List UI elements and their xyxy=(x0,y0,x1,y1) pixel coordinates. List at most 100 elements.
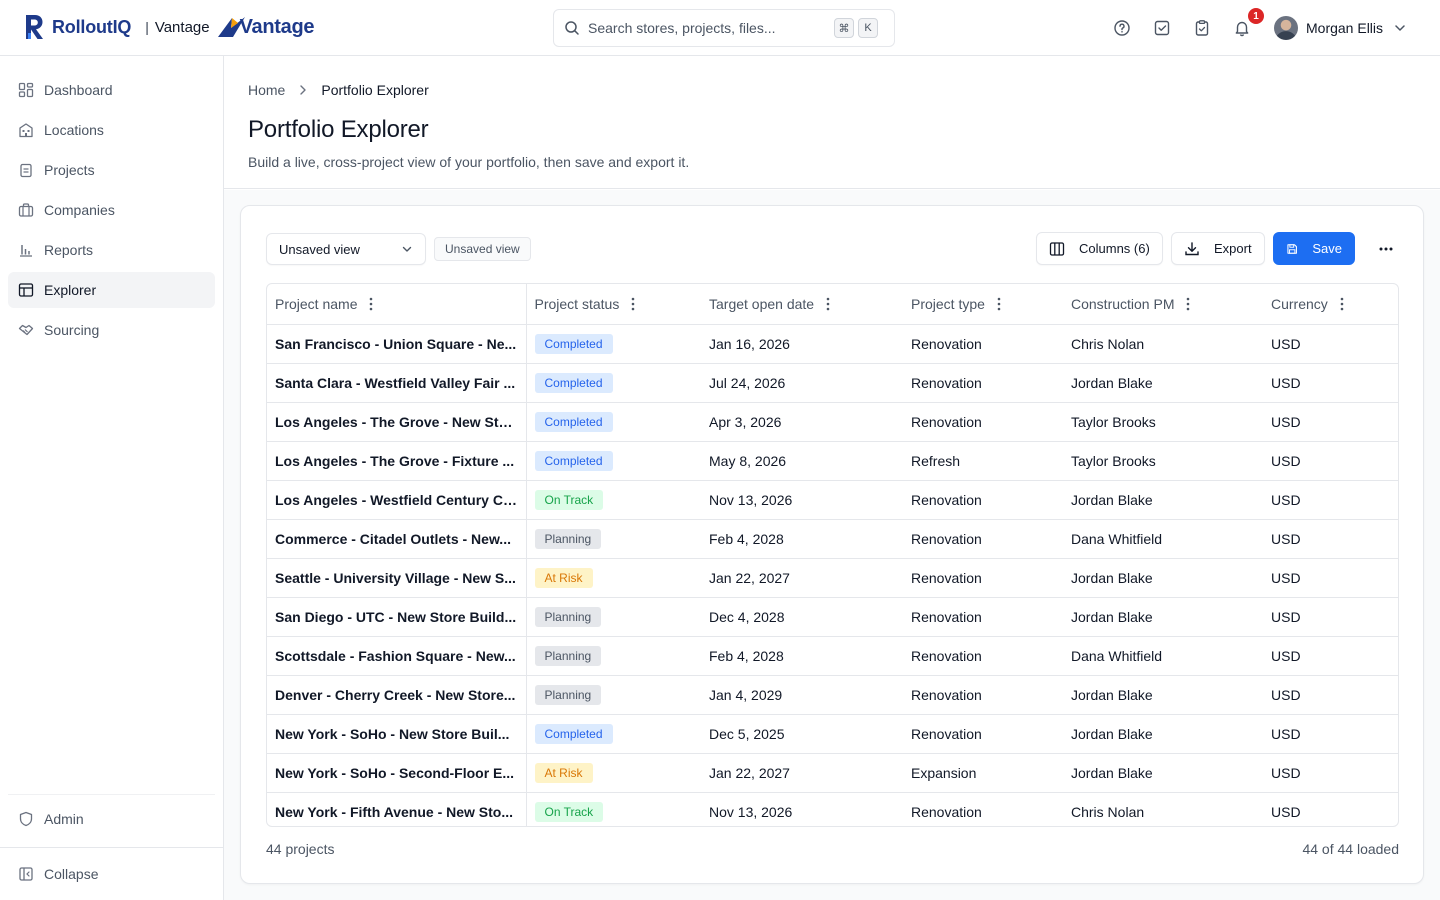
sidebar-item-admin[interactable]: Admin xyxy=(8,801,215,837)
project-status-cell: Completed xyxy=(526,402,701,442)
more-options-button[interactable] xyxy=(1372,235,1400,263)
column-header-project-status[interactable]: Project status xyxy=(526,284,701,325)
column-header-label: Currency xyxy=(1271,295,1328,312)
table-row[interactable]: Denver - Cherry Creek - New Store... Plan… xyxy=(267,675,1398,715)
shield-icon xyxy=(19,811,33,827)
column-header-construction-pm[interactable]: Construction PM xyxy=(1063,284,1263,325)
sidebar-nav: Dashboard Locations Projects Companies R… xyxy=(8,72,215,352)
project-name-cell[interactable]: San Francisco - Union Square - Ne... xyxy=(267,324,527,364)
sidebar-item-locations[interactable]: Locations xyxy=(8,112,215,148)
target-open-date-cell: Jan 16, 2026 xyxy=(701,324,903,364)
table-row[interactable]: Los Angeles - The Grove - New Sto... Comp… xyxy=(267,402,1398,442)
column-menu-icon[interactable] xyxy=(1186,297,1190,311)
construction-pm-cell: Taylor Brooks xyxy=(1063,402,1263,442)
column-header-target-open-date[interactable]: Target open date xyxy=(701,284,903,325)
saved-view-select[interactable]: Unsaved view xyxy=(266,233,426,265)
project-type-cell: Renovation xyxy=(903,675,1063,715)
bell-icon[interactable]: 1 xyxy=(1232,8,1264,38)
help-icon[interactable] xyxy=(1112,18,1132,38)
project-status-cell: Completed xyxy=(526,363,701,403)
global-search[interactable]: ⌘ K xyxy=(553,9,895,47)
column-header-label: Project type xyxy=(911,295,985,312)
table-row[interactable]: New York - Fifth Avenue - New Sto... On T… xyxy=(267,792,1398,826)
collapse-sidebar-button[interactable]: Collapse xyxy=(8,856,215,892)
shortcut-key-k: K xyxy=(858,18,878,38)
currency-cell: USD xyxy=(1263,636,1398,676)
table-row[interactable]: Seattle - University Village - New S... A… xyxy=(267,558,1398,598)
project-name-cell[interactable]: Los Angeles - The Grove - Fixture ... xyxy=(267,441,527,481)
project-name-cell[interactable]: San Diego - UTC - New Store Build... xyxy=(267,597,527,637)
project-name-cell[interactable]: Scottsdale - Fashion Square - New... xyxy=(267,636,527,676)
column-header-inner: Project status xyxy=(535,296,694,312)
project-name-cell[interactable]: Commerce - Citadel Outlets - New... xyxy=(267,519,527,559)
sidebar-item-reports[interactable]: Reports xyxy=(8,232,215,268)
construction-pm-cell: Jordan Blake xyxy=(1063,363,1263,403)
table-row[interactable]: Commerce - Citadel Outlets - New... Plann… xyxy=(267,519,1398,559)
project-status-cell: Completed xyxy=(526,714,701,754)
project-name-cell[interactable]: Seattle - University Village - New S... xyxy=(267,558,527,598)
column-header-project-name[interactable]: Project name xyxy=(267,284,527,325)
brand[interactable]: RolloutIQ | Vantage Vantage xyxy=(24,14,315,40)
project-name-cell[interactable]: New York - Fifth Avenue - New Sto... xyxy=(267,792,527,826)
breadcrumb-home-link[interactable]: Home xyxy=(248,82,285,98)
chevron-down-icon xyxy=(1395,25,1405,31)
currency-cell: USD xyxy=(1263,792,1398,826)
project-name-cell[interactable]: Los Angeles - Westfield Century Ci... xyxy=(267,480,527,520)
projects-table-container[interactable]: Project name Project status Target open da… xyxy=(266,283,1399,827)
status-badge: Planning xyxy=(534,528,602,549)
table-row[interactable]: Scottsdale - Fashion Square - New... Plan… xyxy=(267,636,1398,676)
project-status-cell: At Risk xyxy=(526,558,701,598)
column-menu-icon[interactable] xyxy=(1340,297,1344,311)
bar-chart-icon xyxy=(20,245,32,257)
column-menu-icon[interactable] xyxy=(369,297,373,311)
user-menu[interactable]: Morgan Ellis xyxy=(1274,16,1407,40)
table-icon xyxy=(18,283,34,297)
client-logo: Vantage xyxy=(217,16,315,39)
target-open-date-cell: Jan 22, 2027 xyxy=(701,558,903,598)
sidebar-item-sourcing[interactable]: Sourcing xyxy=(8,312,215,348)
currency-cell: USD xyxy=(1263,558,1398,598)
construction-pm-cell: Jordan Blake xyxy=(1063,714,1263,754)
status-badge: Planning xyxy=(534,606,602,627)
export-label: Export xyxy=(1214,241,1252,256)
currency-cell: USD xyxy=(1263,363,1398,403)
table-row[interactable]: San Francisco - Union Square - Ne... Comp… xyxy=(267,324,1398,364)
table-row[interactable]: Santa Clara - Westfield Valley Fair ... C… xyxy=(267,363,1398,403)
task-check-icon[interactable] xyxy=(1152,18,1172,38)
sidebar-item-companies[interactable]: Companies xyxy=(8,192,215,228)
table-row[interactable]: Los Angeles - Westfield Century Ci... On … xyxy=(267,480,1398,520)
column-menu-icon[interactable] xyxy=(826,297,830,311)
sidebar-admin-section: Admin xyxy=(8,794,215,841)
project-name-cell[interactable]: Santa Clara - Westfield Valley Fair ... xyxy=(267,363,527,403)
column-header-currency[interactable]: Currency xyxy=(1263,284,1398,325)
column-header-project-type[interactable]: Project type xyxy=(903,284,1063,325)
project-name-cell[interactable]: Los Angeles - The Grove - New Sto... xyxy=(267,402,527,442)
project-type-cell: Renovation xyxy=(903,324,1063,364)
sidebar-item-dashboard[interactable]: Dashboard xyxy=(8,72,215,108)
clipboard-icon[interactable] xyxy=(1192,18,1212,38)
project-name-cell[interactable]: Denver - Cherry Creek - New Store... xyxy=(267,675,527,715)
search-input[interactable] xyxy=(588,20,828,36)
column-header-label: Target open date xyxy=(709,295,815,312)
briefcase-icon xyxy=(18,203,34,217)
column-menu-icon[interactable] xyxy=(631,297,635,311)
table-row[interactable]: New York - SoHo - Second-Floor E... At Ri… xyxy=(267,753,1398,793)
project-type-cell: Renovation xyxy=(903,714,1063,754)
export-button[interactable]: Export xyxy=(1171,232,1265,265)
table-row[interactable]: San Diego - UTC - New Store Build... Plan… xyxy=(267,597,1398,637)
target-open-date-cell: Jan 4, 2029 xyxy=(701,675,903,715)
currency-cell: USD xyxy=(1263,753,1398,793)
sidebar-item-projects[interactable]: Projects xyxy=(8,152,215,188)
table-body: San Francisco - Union Square - Ne... Comp… xyxy=(267,324,1398,826)
project-status-cell: Completed xyxy=(526,441,701,481)
project-status-cell: On Track xyxy=(526,480,701,520)
project-name-cell[interactable]: New York - SoHo - Second-Floor E... xyxy=(267,753,527,793)
construction-pm-cell: Taylor Brooks xyxy=(1063,441,1263,481)
table-row[interactable]: Los Angeles - The Grove - Fixture ... Com… xyxy=(267,441,1398,481)
project-name-cell[interactable]: New York - SoHo - New Store Buil... xyxy=(267,714,527,754)
table-row[interactable]: New York - SoHo - New Store Buil... Compl… xyxy=(267,714,1398,754)
sidebar-item-explorer[interactable]: Explorer xyxy=(8,272,215,308)
save-button[interactable]: Save xyxy=(1273,232,1355,265)
column-menu-icon[interactable] xyxy=(997,297,1001,311)
columns-button[interactable]: Columns (6) xyxy=(1036,232,1163,265)
